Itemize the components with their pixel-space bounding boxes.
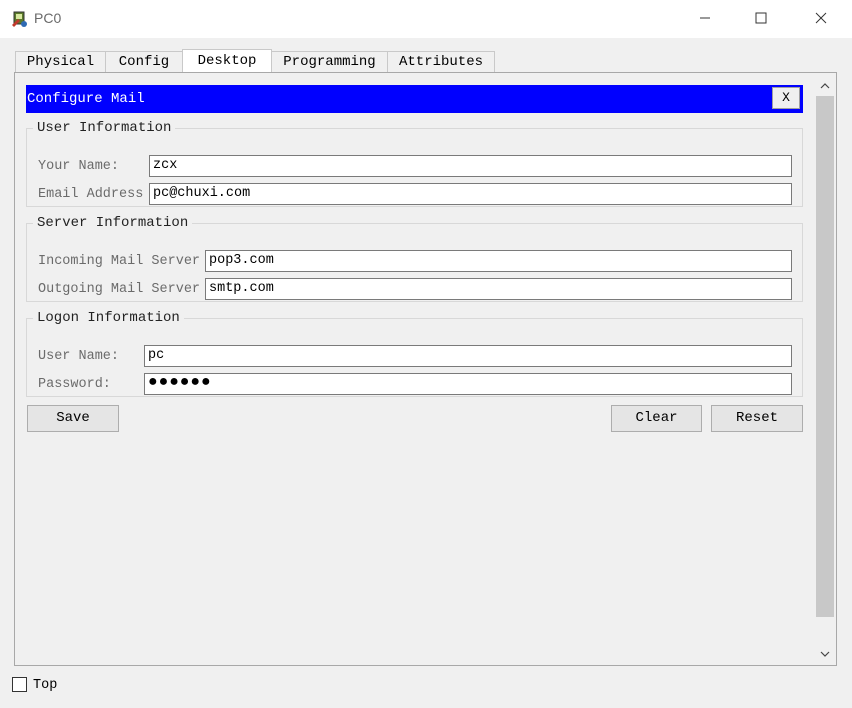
- chevron-up-icon: [820, 79, 830, 94]
- close-window-button[interactable]: [798, 0, 844, 38]
- top-checkbox[interactable]: [12, 677, 27, 692]
- desktop-panel: Configure Mail X User Information Your N…: [14, 72, 837, 666]
- incoming-mail-server-label: Incoming Mail Server: [38, 254, 201, 269]
- your-name-field[interactable]: zcx: [149, 155, 792, 177]
- your-name-label: Your Name:: [38, 159, 120, 174]
- password-field[interactable]: ●●●●●●: [144, 373, 792, 395]
- vertical-scrollbar[interactable]: [815, 77, 835, 663]
- email-address-field[interactable]: pc@chuxi.com: [149, 183, 792, 205]
- save-button[interactable]: Save: [27, 405, 119, 432]
- server-information-group: Server Information Incoming Mail Server …: [26, 215, 803, 302]
- incoming-mail-server-field[interactable]: pop3.com: [205, 250, 792, 272]
- user-name-label: User Name:: [38, 349, 120, 364]
- outgoing-mail-server-label: Outgoing Mail Server: [38, 282, 201, 297]
- window-title: PC0: [34, 10, 62, 26]
- chevron-down-icon: [820, 647, 830, 662]
- tab-programming[interactable]: Programming: [271, 51, 388, 72]
- title-bar: PC0: [0, 0, 852, 38]
- top-checkbox-label: Top: [33, 678, 58, 693]
- tab-attributes[interactable]: Attributes: [387, 51, 495, 72]
- outgoing-mail-server-field[interactable]: smtp.com: [205, 278, 792, 300]
- scroll-up-button[interactable]: [815, 77, 835, 95]
- scrollbar-thumb[interactable]: [816, 96, 834, 617]
- close-icon: [815, 12, 827, 27]
- logon-information-legend: Logon Information: [37, 310, 180, 326]
- reset-button[interactable]: Reset: [711, 405, 803, 432]
- password-label: Password:: [38, 377, 111, 392]
- maximize-button[interactable]: [738, 0, 784, 38]
- scroll-down-button[interactable]: [815, 645, 835, 663]
- user-information-group: User Information Your Name: zcx Email Ad…: [26, 120, 803, 207]
- close-mail-button[interactable]: X: [772, 87, 800, 109]
- user-name-field[interactable]: pc: [144, 345, 792, 367]
- maximize-icon: [755, 12, 767, 27]
- app-icon: [10, 9, 30, 29]
- logon-information-group: Logon Information User Name: pc Password…: [26, 310, 803, 397]
- tab-config[interactable]: Config: [105, 51, 183, 72]
- clear-button[interactable]: Clear: [611, 405, 702, 432]
- minimize-button[interactable]: [682, 0, 728, 38]
- tab-desktop[interactable]: Desktop: [182, 49, 272, 72]
- configure-mail-title: Configure Mail: [27, 91, 145, 107]
- email-address-label: Email Address: [38, 187, 144, 202]
- server-information-legend: Server Information: [37, 215, 189, 231]
- minimize-icon: [699, 12, 711, 27]
- tab-physical[interactable]: Physical: [15, 51, 106, 72]
- configure-mail-header: Configure Mail X: [26, 85, 803, 113]
- user-information-legend: User Information: [37, 120, 172, 136]
